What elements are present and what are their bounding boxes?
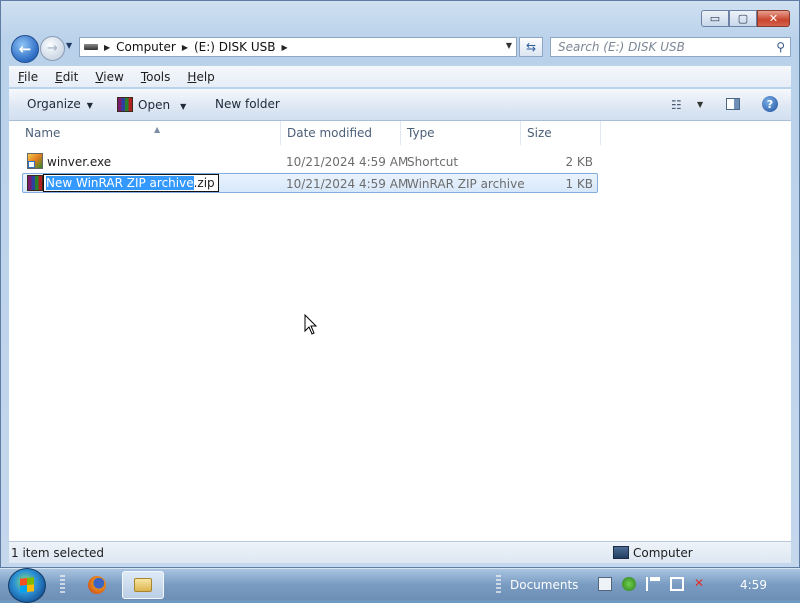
security-shield-icon[interactable] bbox=[622, 577, 636, 591]
status-location: Computer bbox=[613, 546, 693, 560]
rename-selected-text: New WinRAR ZIP archive bbox=[46, 176, 194, 190]
volume-muted-icon[interactable]: ✕ bbox=[694, 577, 708, 591]
minimize-button[interactable]: ▭ bbox=[701, 10, 729, 27]
winrar-zip-icon bbox=[27, 175, 43, 191]
close-button[interactable]: ✕ bbox=[757, 10, 790, 27]
mouse-pointer-icon bbox=[304, 314, 318, 335]
file-name: winver.exe bbox=[47, 155, 112, 169]
file-type: Shortcut bbox=[407, 155, 459, 169]
explorer-window: ▭ ▢ ✕ ← → ▼ ▶ Computer ▶ (E:) DISK USB ▶… bbox=[0, 0, 800, 568]
breadcrumb-computer[interactable]: Computer bbox=[116, 40, 176, 54]
preview-pane-icon[interactable] bbox=[726, 98, 740, 110]
status-bar: 1 item selected Computer bbox=[9, 541, 791, 563]
winrar-icon bbox=[117, 97, 133, 112]
back-arrow-icon: ← bbox=[18, 40, 32, 58]
drive-icon bbox=[84, 44, 98, 50]
breadcrumb-separator-icon[interactable]: ▶ bbox=[281, 43, 287, 52]
shortcut-exe-icon bbox=[27, 153, 43, 169]
taskbar: Documents ✕ 4:59 bbox=[0, 568, 800, 603]
column-name-label: Name bbox=[25, 126, 61, 140]
open-label: Open bbox=[138, 98, 171, 112]
windows-logo-icon bbox=[20, 577, 34, 593]
breadcrumb-separator-icon[interactable]: ▶ bbox=[182, 43, 188, 52]
rename-input[interactable]: New WinRAR ZIP archive.zip bbox=[43, 174, 219, 192]
taskbar-toolbar-grip[interactable] bbox=[496, 575, 501, 595]
taskbar-firefox-button[interactable] bbox=[80, 571, 114, 599]
status-selection: 1 item selected bbox=[11, 546, 105, 560]
column-header-size[interactable]: Size bbox=[519, 121, 601, 145]
menu-edit-label: dit bbox=[62, 69, 79, 84]
minimize-icon: ▭ bbox=[709, 12, 721, 25]
menu-help[interactable]: Help bbox=[169, 70, 223, 84]
column-header-type[interactable]: Type bbox=[399, 121, 521, 145]
recent-pages-button[interactable]: ▼ bbox=[66, 41, 78, 53]
column-type-label: Type bbox=[407, 126, 435, 140]
view-options-dropdown-icon[interactable]: ▼ bbox=[697, 100, 703, 109]
search-placeholder: Search (E:) DISK USB bbox=[558, 40, 685, 54]
chevron-down-icon: ▼ bbox=[180, 102, 187, 111]
file-date: 10/21/2024 4:59 AM bbox=[286, 155, 409, 169]
change-view-icon[interactable]: ☷ bbox=[671, 98, 682, 112]
file-date: 10/21/2024 4:59 AM bbox=[286, 177, 409, 191]
address-dropdown-icon[interactable]: ▼ bbox=[506, 41, 512, 50]
document-tray-icon[interactable] bbox=[598, 577, 612, 591]
taskbar-explorer-button[interactable] bbox=[122, 571, 164, 599]
file-row-winver[interactable]: winver.exe 10/21/2024 4:59 AM Shortcut 2… bbox=[23, 152, 597, 172]
address-bar[interactable]: ▶ Computer ▶ (E:) DISK USB ▶ ▼ bbox=[79, 37, 517, 57]
firefox-icon bbox=[88, 576, 106, 594]
column-header-date[interactable]: Date modified bbox=[279, 121, 401, 145]
close-icon: ✕ bbox=[768, 12, 779, 25]
open-button[interactable]: Open ▼ bbox=[117, 97, 186, 112]
status-location-label: Computer bbox=[633, 546, 693, 560]
chevron-down-icon: ▼ bbox=[66, 41, 73, 50]
column-header-name[interactable]: Name ▲ bbox=[17, 121, 281, 145]
caption-buttons: ▭ ▢ ✕ bbox=[701, 10, 790, 27]
file-size: 1 KB bbox=[565, 177, 593, 191]
menu-bar: File Edit View Tools Help bbox=[9, 66, 791, 87]
back-button[interactable]: ← bbox=[11, 35, 39, 63]
file-type: WinRAR ZIP archive bbox=[407, 177, 525, 191]
search-input[interactable]: Search (E:) DISK USB ⚲ bbox=[550, 37, 791, 57]
column-date-label: Date modified bbox=[287, 126, 373, 140]
menu-file-label: ile bbox=[24, 69, 39, 84]
search-icon[interactable]: ⚲ bbox=[776, 40, 785, 54]
forward-arrow-icon: → bbox=[47, 41, 58, 56]
action-center-flag-icon[interactable] bbox=[646, 577, 660, 591]
new-folder-button[interactable]: New folder bbox=[215, 97, 280, 111]
folder-icon bbox=[134, 578, 152, 592]
forward-button[interactable]: → bbox=[40, 36, 65, 61]
menu-edit-mnemonic: E bbox=[55, 69, 63, 84]
start-button[interactable] bbox=[8, 568, 46, 603]
chevron-down-icon: ▼ bbox=[86, 101, 93, 110]
menu-help-label: elp bbox=[196, 69, 215, 84]
organize-button[interactable]: Organize ▼ bbox=[27, 97, 93, 111]
refresh-icon: ⇆ bbox=[525, 40, 537, 54]
tray-clock[interactable]: 4:59 bbox=[740, 578, 767, 592]
rename-extension-text: .zip bbox=[193, 176, 215, 190]
maximize-icon: ▢ bbox=[737, 12, 749, 25]
organize-label: Organize bbox=[27, 97, 81, 111]
breadcrumb-separator-icon[interactable]: ▶ bbox=[104, 43, 110, 52]
documents-toolbar-label[interactable]: Documents bbox=[510, 578, 578, 592]
sort-ascending-icon: ▲ bbox=[154, 125, 161, 134]
menu-view-label: iew bbox=[103, 69, 124, 84]
file-row-zip-selected[interactable]: New WinRAR ZIP archive.zip 10/21/2024 4:… bbox=[22, 173, 598, 193]
menu-tools-label: ools bbox=[146, 69, 171, 84]
command-bar: Organize ▼ Open ▼ New folder ☷ ▼ ? bbox=[9, 89, 791, 121]
breadcrumb-drive[interactable]: (E:) DISK USB bbox=[194, 40, 276, 54]
maximize-button[interactable]: ▢ bbox=[729, 10, 757, 27]
computer-icon bbox=[613, 546, 629, 559]
network-icon[interactable] bbox=[670, 577, 684, 591]
taskbar-grip[interactable] bbox=[60, 575, 65, 595]
refresh-button[interactable]: ⇆ bbox=[519, 37, 543, 57]
file-list[interactable]: Name ▲ Date modified Type Size winver.exe… bbox=[9, 121, 791, 541]
help-icon[interactable]: ? bbox=[762, 96, 778, 112]
column-size-label: Size bbox=[527, 126, 552, 140]
file-size: 2 KB bbox=[565, 155, 593, 169]
